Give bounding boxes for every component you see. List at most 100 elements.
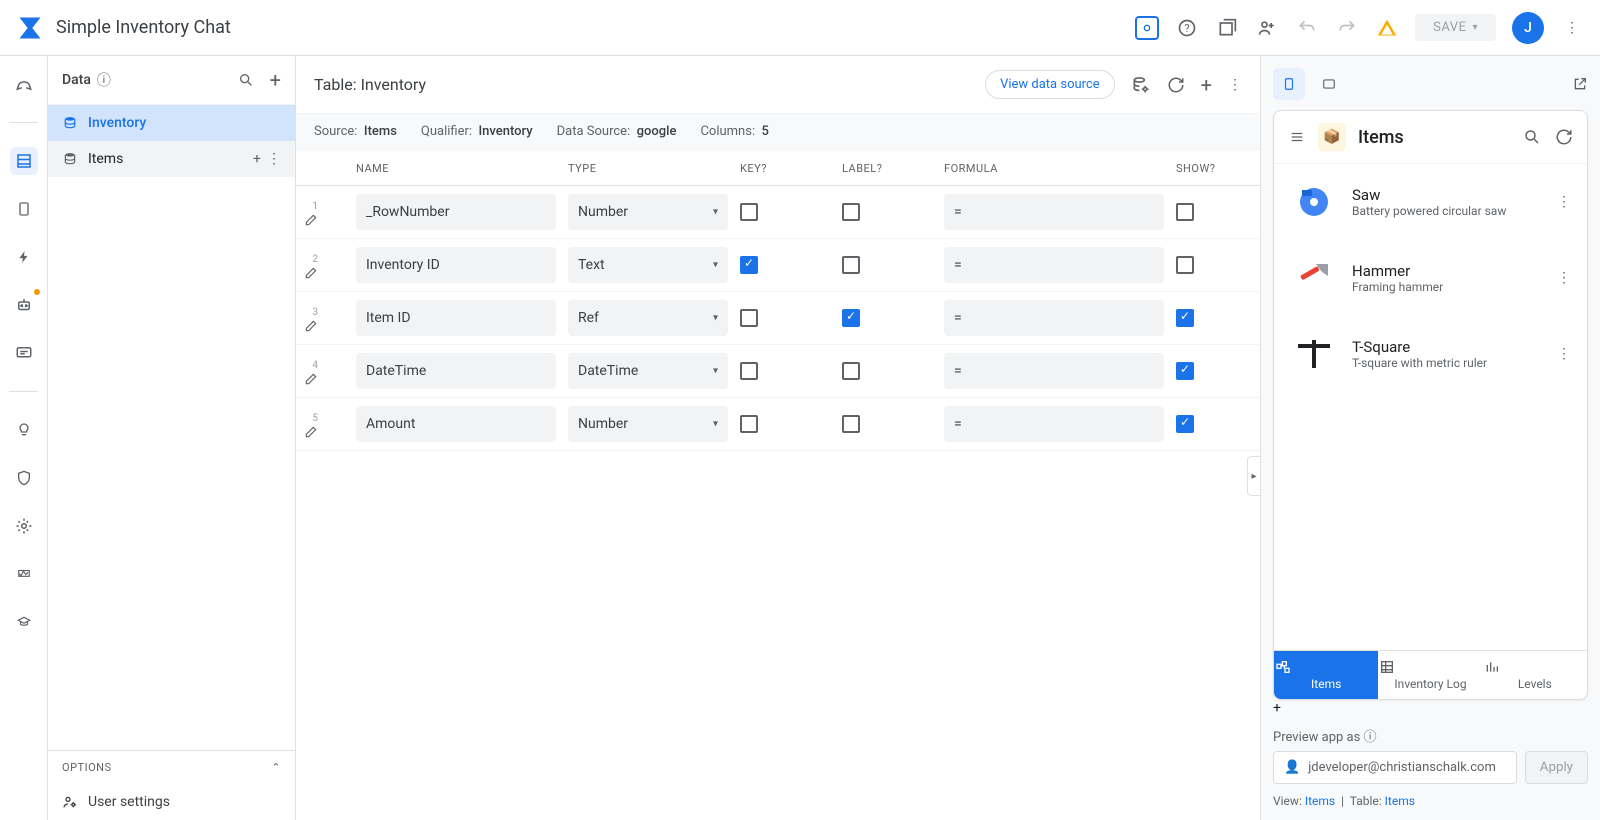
- sync-icon[interactable]: [1555, 128, 1573, 146]
- edit-icon[interactable]: [304, 266, 344, 280]
- redo-icon[interactable]: [1335, 16, 1359, 40]
- help-icon[interactable]: ?: [1175, 16, 1199, 40]
- preview-table-link[interactable]: Items: [1385, 794, 1415, 808]
- column-name-input[interactable]: [356, 247, 556, 283]
- item-thumbnail: [1290, 254, 1338, 302]
- user-avatar[interactable]: J: [1512, 12, 1544, 44]
- column-type-select[interactable]: [568, 300, 728, 336]
- nav-home-icon[interactable]: [10, 70, 38, 98]
- nav-manage-icon[interactable]: [10, 560, 38, 588]
- info-icon[interactable]: ⓘ: [1364, 730, 1377, 745]
- fab-add-button[interactable]: +: [1273, 700, 1588, 716]
- show-checkbox[interactable]: [1176, 203, 1194, 221]
- present-icon[interactable]: [1135, 16, 1159, 40]
- save-button[interactable]: SAVE▾: [1415, 14, 1496, 41]
- apply-button[interactable]: Apply: [1525, 751, 1588, 784]
- label-checkbox[interactable]: [842, 362, 860, 380]
- undo-icon[interactable]: [1295, 16, 1319, 40]
- column-name-input[interactable]: [356, 300, 556, 336]
- edit-icon[interactable]: [304, 213, 344, 227]
- preview-list-item[interactable]: SawBattery powered circular saw⋮: [1274, 164, 1587, 240]
- more-icon[interactable]: ⋮: [1557, 194, 1571, 210]
- nav-security-icon[interactable]: [10, 464, 38, 492]
- preview-list-item[interactable]: HammerFraming hammer⋮: [1274, 240, 1587, 316]
- show-checkbox[interactable]: [1176, 309, 1194, 327]
- nav-views-icon[interactable]: [10, 195, 38, 223]
- column-type-select[interactable]: [568, 247, 728, 283]
- key-checkbox[interactable]: [740, 309, 758, 327]
- item-thumbnail: [1290, 178, 1338, 226]
- info-icon[interactable]: ⓘ: [97, 70, 111, 90]
- key-checkbox[interactable]: [740, 415, 758, 433]
- collapse-preview-handle[interactable]: ▸: [1247, 456, 1260, 496]
- preview-view-link[interactable]: Items: [1305, 794, 1335, 808]
- hamburger-icon[interactable]: [1288, 130, 1306, 144]
- nav-learn-icon[interactable]: [10, 608, 38, 636]
- preview-title: Items: [1358, 127, 1404, 148]
- table-settings-icon[interactable]: [1131, 75, 1151, 95]
- preview-list-item[interactable]: T-SquareT-square with metric ruler⋮: [1274, 316, 1587, 392]
- label-checkbox[interactable]: [842, 415, 860, 433]
- key-checkbox[interactable]: [740, 256, 758, 274]
- column-name-input[interactable]: [356, 194, 556, 230]
- show-checkbox[interactable]: [1176, 415, 1194, 433]
- more-icon[interactable]: ⋮: [1560, 16, 1584, 40]
- nav-automation-icon[interactable]: [10, 291, 38, 319]
- column-name-input[interactable]: [356, 406, 556, 442]
- formula-input[interactable]: [944, 406, 1164, 442]
- versions-icon[interactable]: [1215, 16, 1239, 40]
- column-name-input[interactable]: [356, 353, 556, 389]
- nav-intelligence-icon[interactable]: [10, 416, 38, 444]
- share-icon[interactable]: [1255, 16, 1279, 40]
- warning-icon[interactable]: [1375, 16, 1399, 40]
- nav-data-icon[interactable]: [10, 147, 38, 175]
- label-checkbox[interactable]: [842, 203, 860, 221]
- formula-input[interactable]: [944, 194, 1164, 230]
- edit-icon[interactable]: [304, 319, 344, 333]
- search-icon[interactable]: [238, 72, 254, 88]
- svg-text:?: ?: [1185, 22, 1190, 35]
- preview-mobile-tab[interactable]: [1273, 68, 1305, 100]
- preview-nav-item[interactable]: Inventory Log: [1378, 651, 1482, 699]
- preview-user-select[interactable]: 👤 jdeveloper@christianschalk.com: [1273, 751, 1517, 784]
- nav-actions-icon[interactable]: [10, 243, 38, 271]
- preview-tablet-tab[interactable]: [1313, 68, 1345, 100]
- show-checkbox[interactable]: [1176, 256, 1194, 274]
- table-item-inventory[interactable]: Inventory: [48, 105, 295, 141]
- column-type-select[interactable]: [568, 194, 728, 230]
- refresh-icon[interactable]: [1167, 76, 1185, 94]
- open-external-icon[interactable]: [1572, 76, 1588, 92]
- more-icon[interactable]: ⋮: [1228, 77, 1242, 93]
- chevron-up-icon: ⌃: [271, 761, 281, 774]
- add-column-icon[interactable]: +: [1201, 73, 1212, 97]
- option-user-settings[interactable]: User settings: [48, 784, 295, 820]
- column-type-select[interactable]: [568, 406, 728, 442]
- nav-settings-icon[interactable]: [10, 512, 38, 540]
- more-icon[interactable]: ⋮: [1557, 270, 1571, 286]
- label-checkbox[interactable]: [842, 256, 860, 274]
- search-icon[interactable]: [1523, 128, 1541, 146]
- formula-input[interactable]: [944, 353, 1164, 389]
- formula-input[interactable]: [944, 247, 1164, 283]
- edit-icon[interactable]: [304, 372, 344, 386]
- table-item-items[interactable]: Items +⋮: [48, 141, 295, 177]
- edit-icon[interactable]: [304, 425, 344, 439]
- preview-nav-item[interactable]: Levels: [1483, 651, 1587, 699]
- nav-icon: [1274, 659, 1378, 675]
- more-icon[interactable]: ⋮: [1557, 346, 1571, 362]
- label-checkbox[interactable]: [842, 309, 860, 327]
- preview-as-label: Preview app as: [1273, 730, 1360, 745]
- database-icon: [62, 152, 78, 166]
- show-checkbox[interactable]: [1176, 362, 1194, 380]
- add-table-icon[interactable]: +: [270, 68, 281, 92]
- view-data-source-button[interactable]: View data source: [985, 70, 1115, 99]
- more-icon[interactable]: ⋮: [267, 151, 281, 167]
- nav-chat-icon[interactable]: [10, 339, 38, 367]
- key-checkbox[interactable]: [740, 203, 758, 221]
- add-icon[interactable]: +: [253, 151, 261, 167]
- preview-nav-item[interactable]: Items: [1274, 651, 1378, 699]
- formula-input[interactable]: [944, 300, 1164, 336]
- options-header[interactable]: OPTIONS ⌃: [48, 751, 295, 784]
- key-checkbox[interactable]: [740, 362, 758, 380]
- column-type-select[interactable]: [568, 353, 728, 389]
